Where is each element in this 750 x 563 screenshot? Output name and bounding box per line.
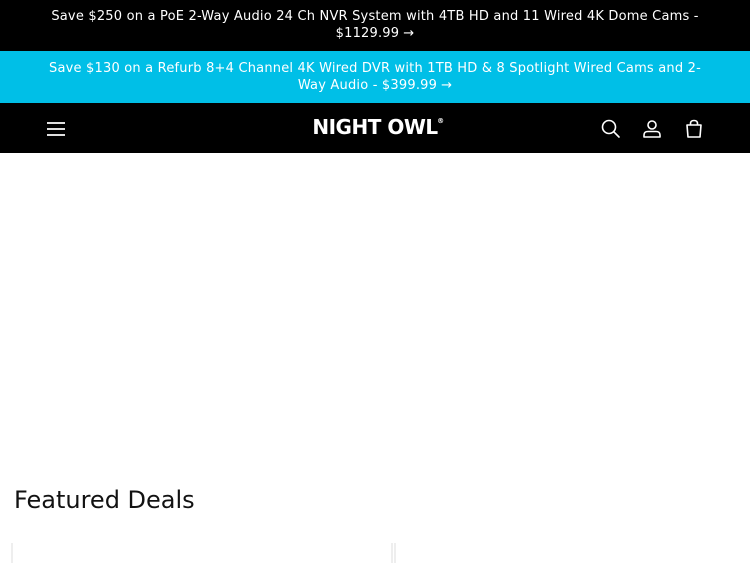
search-icon	[601, 119, 620, 138]
account-icon	[643, 120, 661, 138]
account-button[interactable]	[639, 116, 665, 142]
announcement-text-2: Save $130 on a Refurb 8+4 Channel 4K Wir…	[49, 61, 701, 93]
announcement-text-1: Save $250 on a PoE 2-Way Audio 24 Ch NVR…	[51, 9, 699, 41]
arrow-right-icon: →	[403, 26, 415, 41]
cart-icon	[686, 119, 702, 138]
arrow-right-icon: →	[441, 78, 453, 93]
site-logo[interactable]: NIGHT OWL ®	[0, 115, 750, 139]
featured-deals-heading: Featured Deals	[14, 486, 195, 514]
hero-banner	[0, 153, 750, 483]
announcement-bar-2[interactable]: Save $130 on a Refurb 8+4 Channel 4K Wir…	[0, 51, 750, 103]
cart-button[interactable]	[681, 116, 707, 142]
site-header: NIGHT OWL ®	[0, 103, 750, 153]
announcement-bar-1[interactable]: Save $250 on a PoE 2-Way Audio 24 Ch NVR…	[0, 0, 750, 51]
product-card[interactable]	[394, 543, 750, 563]
featured-deals-cards	[0, 543, 750, 563]
product-card[interactable]	[11, 543, 393, 563]
search-button[interactable]	[598, 116, 624, 142]
logo-text: NIGHT OWL	[312, 115, 438, 139]
logo-registered-mark: ®	[437, 117, 444, 125]
